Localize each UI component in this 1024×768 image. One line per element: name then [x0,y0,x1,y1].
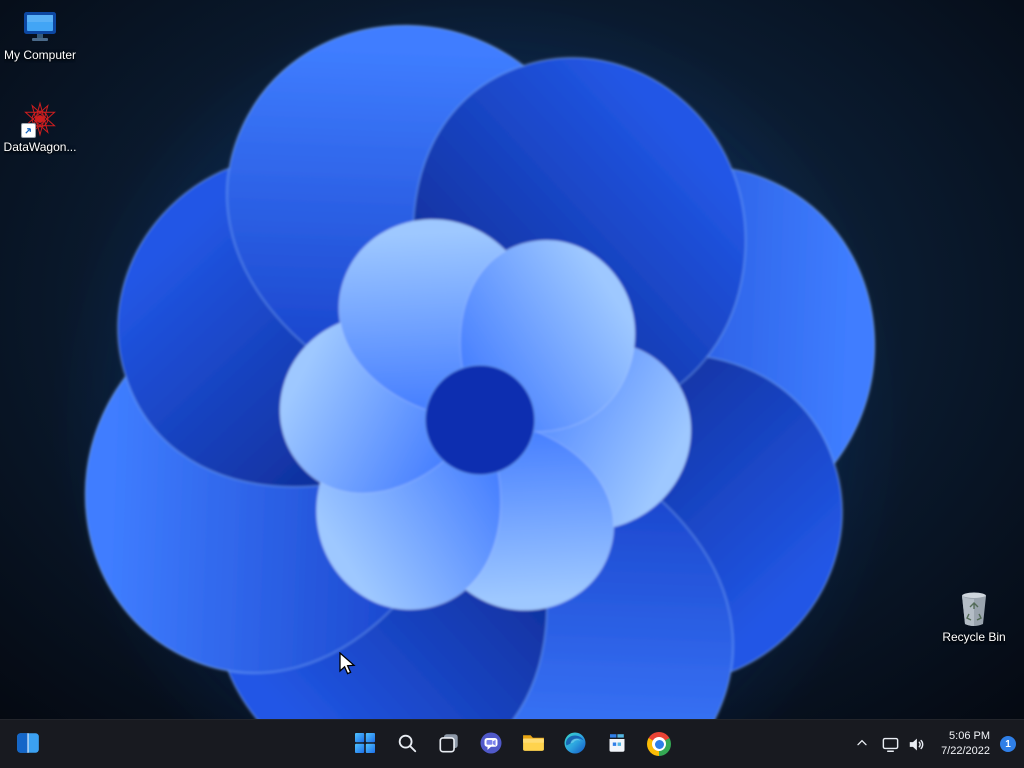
chat-icon [479,731,503,758]
desktop-icon-recycle-bin[interactable]: Recycle Bin [935,590,1013,645]
pinned-app-button-left[interactable] [8,724,48,764]
clock-time: 5:06 PM [949,729,990,742]
clock-date: 7/22/2022 [941,745,990,757]
edge-browser-icon [563,731,587,758]
network-volume-pill[interactable] [875,724,931,764]
taskbar-left-group [8,724,48,764]
network-icon [877,724,903,764]
edge-button[interactable] [555,724,595,764]
taskbar-center-group [345,724,679,764]
desktop-icon-label: My Computer [3,49,77,62]
search-button[interactable] [387,724,427,764]
notification-badge[interactable]: 1 [1000,736,1016,752]
windows-start-icon [353,731,377,758]
chat-button[interactable] [471,724,511,764]
chrome-button[interactable] [639,724,679,764]
chrome-browser-icon [647,732,671,756]
datawagon-shortcut-icon [21,100,59,138]
folder-icon [521,730,546,758]
tray-chevron-button[interactable] [849,724,875,764]
blue-app-icon [15,730,41,759]
wallpaper-bloom [0,0,1024,768]
recycle-bin-icon [955,590,993,628]
desktop-icon-label: Recycle Bin [942,631,1006,644]
file-explorer-button[interactable] [513,724,553,764]
desktop-icon-my-computer[interactable]: My Computer [1,8,79,63]
desktop[interactable]: My Computer DataWagon... Recycle Bin [0,0,1024,768]
desktop-icon-label: DataWagon... [3,141,77,154]
shortcut-arrow-icon [21,123,36,138]
store-button[interactable] [597,724,637,764]
clock[interactable]: 5:06 PM 7/22/2022 [931,729,998,760]
desktop-icon-datawagon[interactable]: DataWagon... [1,100,79,155]
task-view-button[interactable] [429,724,469,764]
computer-monitor-icon [21,8,59,46]
task-view-icon [438,732,460,757]
taskbar-tray-group: 5:06 PM 7/22/2022 1 [849,720,1020,768]
start-button[interactable] [345,724,385,764]
taskbar: 5:06 PM 7/22/2022 1 [0,719,1024,768]
chevron-up-icon [854,735,870,754]
microsoft-store-icon [605,731,629,758]
search-icon [396,732,418,757]
volume-icon [903,724,929,764]
